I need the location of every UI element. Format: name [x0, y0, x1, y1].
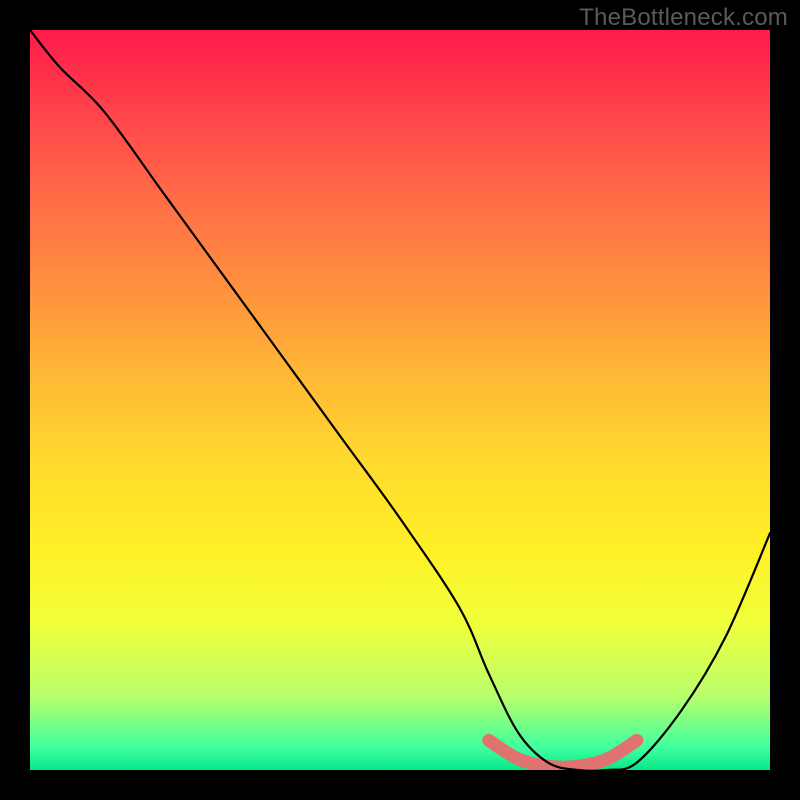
plot-area [30, 30, 770, 770]
watermark-text: TheBottleneck.com [579, 4, 788, 32]
chart-frame: TheBottleneck.com [0, 0, 800, 800]
main-curve [30, 30, 770, 770]
curve-layer [30, 30, 770, 770]
highlight-band [489, 740, 637, 767]
